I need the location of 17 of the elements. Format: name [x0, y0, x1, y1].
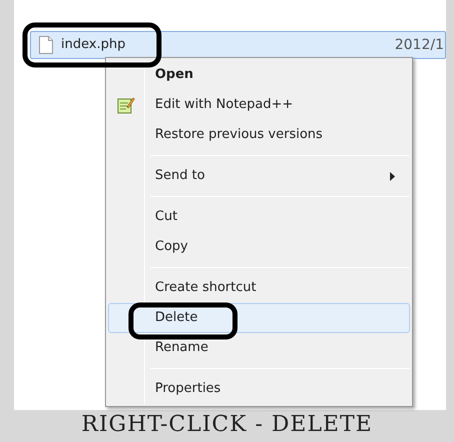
submenu-arrow-icon — [390, 172, 395, 180]
document-icon — [39, 36, 53, 54]
file-row[interactable]: index.php 2012/1 — [30, 31, 446, 59]
menu-item[interactable]: Open — [108, 60, 410, 90]
menu-item[interactable]: Edit with Notepad++ — [108, 90, 410, 120]
menu-item[interactable]: Create shortcut — [108, 273, 410, 303]
menu-item[interactable]: Rename — [108, 333, 410, 363]
file-date: 2012/1 — [394, 36, 444, 54]
menu-item[interactable]: Send to — [108, 161, 410, 191]
caption: RIGHT-CLICK - DELETE — [80, 411, 374, 439]
file-name: index.php — [61, 36, 126, 54]
menu-item[interactable]: Restore previous versions — [108, 120, 410, 150]
menu-item[interactable]: Delete — [108, 303, 410, 333]
menu-item[interactable]: Properties — [108, 374, 410, 404]
notepad-icon — [117, 96, 135, 114]
menu-item[interactable]: Cut — [108, 202, 410, 232]
menu-item[interactable]: Copy — [108, 232, 410, 262]
